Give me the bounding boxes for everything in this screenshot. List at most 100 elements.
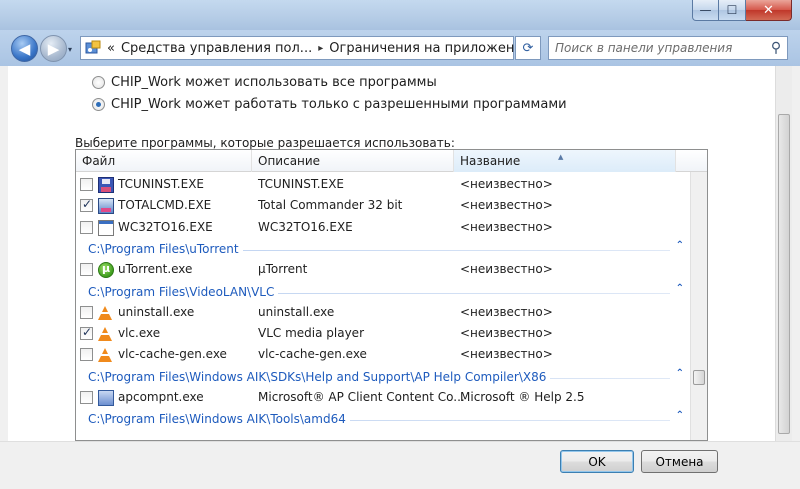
cell-description: Microsoft® AP Client Content Co...: [258, 390, 465, 404]
breadcrumb-start[interactable]: «: [107, 41, 115, 56]
vlc-icon: [98, 348, 112, 362]
cell-file: TCUNINST.EXE: [118, 177, 205, 191]
recent-pages-dropdown[interactable]: ▾: [68, 45, 72, 54]
cell-name: <неизвестно>: [460, 262, 553, 276]
table-row[interactable]: WC32TO16.EXE WC32TO16.EXE <неизвестно>: [76, 218, 690, 238]
table-row[interactable]: apcompnt.exe Microsoft® AP Client Content…: [76, 388, 690, 408]
group-path: C:\Program Files\Windows AIK\SDKs\Help a…: [88, 370, 551, 384]
allow-checkbox[interactable]: [80, 348, 93, 361]
cell-name: <неизвестно>: [460, 177, 553, 191]
column-header-file[interactable]: Файл: [76, 150, 252, 172]
help-compiler-icon: [98, 390, 114, 406]
cell-name: Microsoft ® Help 2.5: [460, 390, 585, 404]
collapse-chevron-icon[interactable]: ⌃: [676, 410, 684, 421]
allow-checkbox[interactable]: [80, 306, 93, 319]
cell-description: TCUNINST.EXE: [258, 177, 345, 191]
cell-description: uninstall.exe: [258, 305, 335, 319]
page-scrollbar[interactable]: [775, 66, 792, 441]
list-scrollbar-thumb[interactable]: [693, 370, 705, 385]
radio-all-programs[interactable]: [92, 76, 105, 89]
back-button[interactable]: ◀: [11, 35, 38, 62]
column-header-description[interactable]: Описание: [252, 150, 454, 172]
column-header-name-label: Название: [460, 154, 521, 168]
allow-checkbox[interactable]: [80, 197, 93, 212]
search-input[interactable]: [549, 38, 765, 58]
group-header[interactable]: C:\Program Files\Windows AIK\SDKs\Help a…: [76, 367, 690, 387]
address-bar[interactable]: « Средства управления пол... ▸ Ограничен…: [80, 36, 535, 60]
cell-description: µTorrent: [258, 262, 308, 276]
table-row[interactable]: uninstall.exe uninstall.exe <неизвестно>: [76, 303, 690, 323]
floppy-icon: [98, 177, 114, 193]
caption-buttons: — ☐ ✕: [692, 0, 792, 21]
table-row[interactable]: TCUNINST.EXE TCUNINST.EXE <неизвестно>: [76, 175, 690, 195]
utorrent-icon: [98, 262, 114, 278]
maximize-button[interactable]: ☐: [719, 0, 746, 21]
collapse-chevron-icon[interactable]: ⌃: [676, 368, 684, 379]
search-icon[interactable]: ⚲: [765, 40, 787, 56]
window-icon: [98, 220, 114, 236]
column-header-row: Файл Описание Название ▲: [76, 150, 707, 172]
collapse-chevron-icon[interactable]: ⌃: [676, 240, 684, 251]
cell-file: uTorrent.exe: [118, 262, 193, 276]
cancel-button[interactable]: Отмена: [641, 450, 718, 473]
radio-all-programs-label[interactable]: CHIP_Work может использовать все програм…: [111, 75, 437, 90]
cell-file: uninstall.exe: [118, 305, 195, 319]
cell-file: WC32TO16.EXE: [118, 220, 213, 234]
group-header[interactable]: C:\Program Files\Windows AIK\Tools\amd64…: [76, 409, 690, 429]
refresh-button[interactable]: ⟳: [515, 36, 541, 60]
radio-option-all-programs[interactable]: CHIP_Work может использовать все програм…: [92, 75, 437, 90]
search-box[interactable]: ⚲: [548, 36, 788, 60]
program-list-label: Выберите программы, которые разрешается …: [75, 136, 455, 150]
forward-button[interactable]: ▶: [40, 35, 67, 62]
group-header[interactable]: C:\Program Files\VideoLAN\VLC ⌃: [76, 282, 690, 302]
allow-checkbox[interactable]: [80, 325, 93, 340]
total-commander-icon: [98, 198, 114, 214]
close-button[interactable]: ✕: [746, 0, 792, 21]
content-pane: CHIP_Work может использовать все програм…: [8, 66, 792, 441]
breadcrumb-item-app-restrictions[interactable]: Ограничения на приложения: [329, 41, 530, 56]
control-panel-icon: [85, 40, 101, 56]
radio-option-allowed-programs[interactable]: CHIP_Work может работать только с разреш…: [92, 97, 567, 112]
page-scrollbar-thumb[interactable]: [778, 114, 790, 434]
group-path: C:\Program Files\uTorrent: [88, 242, 243, 256]
collapse-chevron-icon[interactable]: ⌃: [676, 283, 684, 294]
cell-description: WC32TO16.EXE: [258, 220, 353, 234]
group-path: C:\Program Files\VideoLAN\VLC: [88, 285, 279, 299]
cell-description: Total Commander 32 bit: [258, 198, 403, 212]
cell-file: TOTALCMD.EXE: [118, 198, 212, 212]
cell-name: <неизвестно>: [460, 198, 553, 212]
cell-name: <неизвестно>: [460, 347, 553, 361]
cell-name: <неизвестно>: [460, 326, 553, 340]
table-row[interactable]: vlc.exe VLC media player <неизвестно>: [76, 324, 690, 344]
allow-checkbox[interactable]: [80, 391, 93, 404]
cell-name: <неизвестно>: [460, 305, 553, 319]
radio-allowed-programs-label[interactable]: CHIP_Work может работать только с разреш…: [111, 97, 567, 112]
title-bar: — ☐ ✕: [0, 0, 800, 30]
group-header[interactable]: C:\Program Files\uTorrent ⌃: [76, 239, 690, 259]
list-scrollbar[interactable]: [690, 172, 707, 440]
allow-checkbox[interactable]: [80, 221, 93, 234]
radio-allowed-programs[interactable]: [92, 98, 105, 111]
allow-checkbox[interactable]: [80, 263, 93, 276]
minimize-button[interactable]: —: [692, 0, 719, 21]
navigation-toolbar: ◀ ▶ ▾ « Средства управления пол... ▸ Огр…: [0, 30, 800, 66]
cell-description: VLC media player: [258, 326, 365, 340]
sort-ascending-icon: ▲: [558, 153, 564, 161]
program-list[interactable]: Файл Описание Название ▲ TCUNINST.EXE TCU…: [75, 149, 708, 441]
column-header-name[interactable]: Название ▲: [454, 150, 676, 172]
table-row[interactable]: TOTALCMD.EXE Total Commander 32 bit <неизв…: [76, 196, 690, 216]
vlc-icon: [98, 327, 112, 341]
cell-description: vlc-cache-gen.exe: [258, 347, 367, 361]
table-row[interactable]: uTorrent.exe µTorrent <неизвестно>: [76, 260, 690, 280]
cell-name: <неизвестно>: [460, 220, 553, 234]
breadcrumb-item-admin-tools[interactable]: Средства управления пол...: [121, 41, 312, 56]
allow-checkbox[interactable]: [80, 178, 93, 191]
cell-file: vlc.exe: [118, 326, 161, 340]
breadcrumb-separator[interactable]: ▸: [318, 43, 323, 54]
group-path: C:\Program Files\Windows AIK\Tools\amd64: [88, 412, 350, 426]
cell-file: apcompnt.exe: [118, 390, 204, 404]
vlc-icon: [98, 306, 112, 320]
table-row[interactable]: vlc-cache-gen.exe vlc-cache-gen.exe <неизв…: [76, 345, 690, 365]
ok-button[interactable]: OK: [560, 450, 634, 473]
cell-file: vlc-cache-gen.exe: [118, 347, 227, 361]
